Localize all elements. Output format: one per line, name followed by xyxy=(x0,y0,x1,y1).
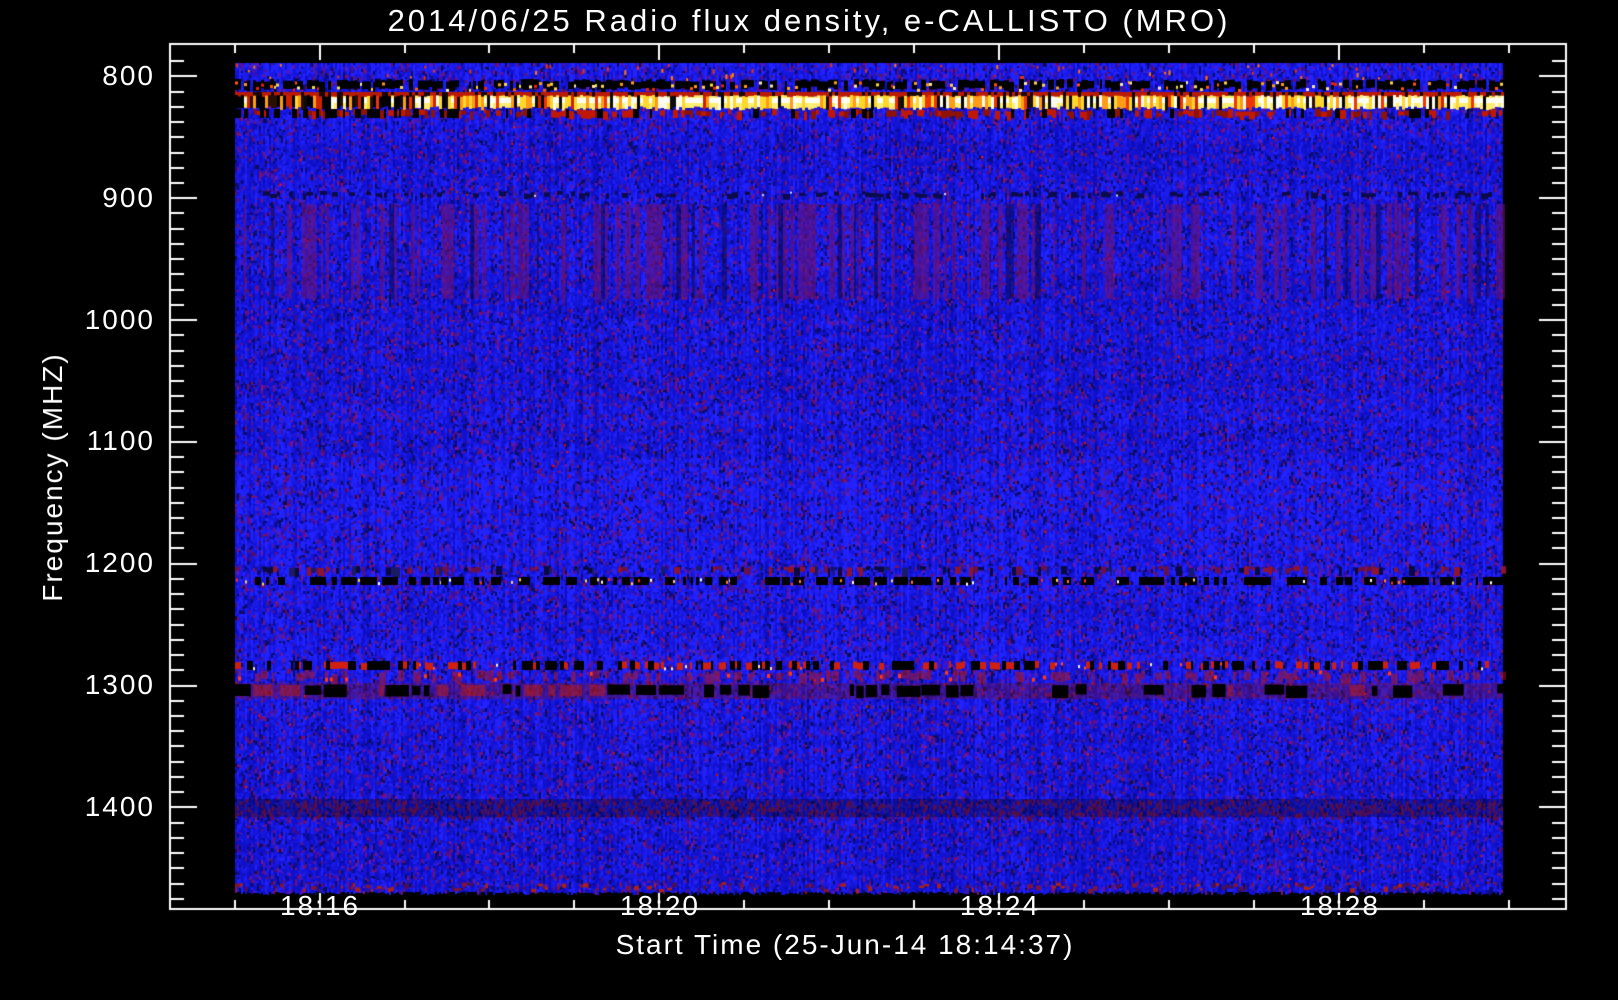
y-tick-label: 800 xyxy=(102,59,155,91)
x-tick-label: 18:24 xyxy=(959,890,1040,921)
y-tick-label: 1200 xyxy=(84,547,155,579)
spectrogram-canvas xyxy=(0,0,1618,1000)
x-tick-label: 18:28 xyxy=(1299,890,1380,921)
spectrogram-plot: 2014/06/25 Radio flux density, e-CALLIST… xyxy=(0,0,1618,1000)
y-tick-label: 1400 xyxy=(84,790,155,822)
x-tick-label: 18:16 xyxy=(279,890,361,921)
y-tick-label: 1000 xyxy=(84,303,155,335)
y-tick-label: 900 xyxy=(102,181,155,213)
y-tick-label: 1300 xyxy=(84,669,155,701)
x-axis-label: Start Time (25-Jun-14 18:14:37) xyxy=(615,929,1075,960)
plot-title: 2014/06/25 Radio flux density, e-CALLIST… xyxy=(387,3,1231,38)
y-tick-label: 1100 xyxy=(86,425,155,457)
x-tick-label: 18:20 xyxy=(619,890,700,921)
